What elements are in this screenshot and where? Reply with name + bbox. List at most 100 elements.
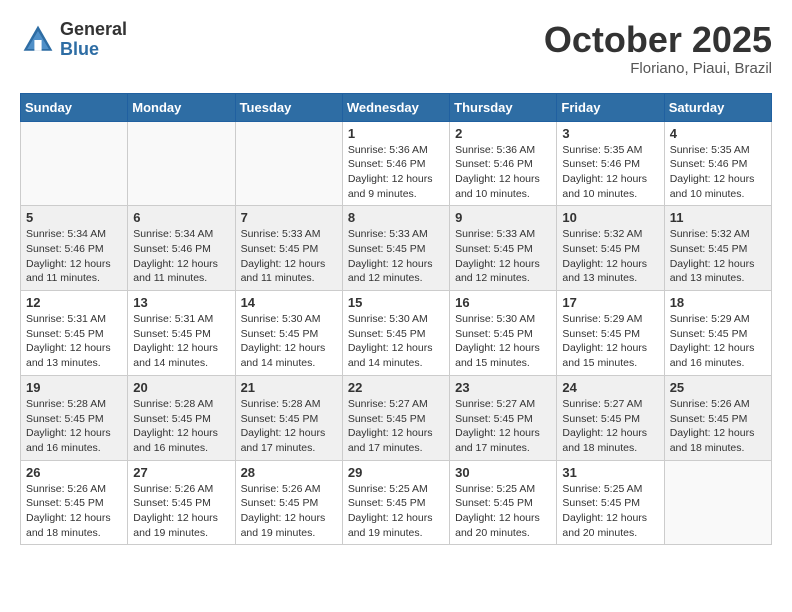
calendar-cell: 5 Sunrise: 5:34 AM Sunset: 5:46 PM Daylig… (21, 206, 128, 291)
calendar-cell: 12 Sunrise: 5:31 AM Sunset: 5:45 PM Dayli… (21, 291, 128, 376)
day-info: Sunrise: 5:26 AM Sunset: 5:45 PM Dayligh… (670, 397, 766, 456)
day-number: 29 (348, 465, 444, 480)
logo-general: General (60, 20, 127, 40)
day-number: 19 (26, 380, 122, 395)
day-number: 4 (670, 126, 766, 141)
month-title: October 2025 (544, 20, 772, 60)
day-number: 30 (455, 465, 551, 480)
calendar-cell: 14 Sunrise: 5:30 AM Sunset: 5:45 PM Dayli… (235, 291, 342, 376)
day-number: 11 (670, 210, 766, 225)
day-number: 5 (26, 210, 122, 225)
day-number: 16 (455, 295, 551, 310)
day-number: 18 (670, 295, 766, 310)
calendar-cell (235, 121, 342, 206)
calendar-cell: 3Sunrise: 5:35 AM Sunset: 5:46 PM Daylig… (557, 121, 664, 206)
day-number: 31 (562, 465, 658, 480)
day-info: Sunrise: 5:30 AM Sunset: 5:45 PM Dayligh… (241, 312, 337, 371)
day-info: Sunrise: 5:32 AM Sunset: 5:45 PM Dayligh… (670, 227, 766, 286)
calendar-cell (21, 121, 128, 206)
day-number: 24 (562, 380, 658, 395)
day-info: Sunrise: 5:31 AM Sunset: 5:45 PM Dayligh… (26, 312, 122, 371)
day-info: Sunrise: 5:32 AM Sunset: 5:45 PM Dayligh… (562, 227, 658, 286)
logo: General Blue (20, 20, 127, 60)
day-info: Sunrise: 5:26 AM Sunset: 5:45 PM Dayligh… (133, 482, 229, 541)
calendar-cell: 21 Sunrise: 5:28 AM Sunset: 5:45 PM Dayli… (235, 375, 342, 460)
weekday-header: Saturday (664, 93, 771, 121)
weekday-header: Friday (557, 93, 664, 121)
day-info: Sunrise: 5:36 AM Sunset: 5:46 PM Dayligh… (455, 143, 551, 202)
calendar-cell: 26Sunrise: 5:26 AM Sunset: 5:45 PM Dayli… (21, 460, 128, 545)
day-number: 12 (26, 295, 122, 310)
calendar-cell: 19 Sunrise: 5:28 AM Sunset: 5:45 PM Dayli… (21, 375, 128, 460)
calendar-cell (128, 121, 235, 206)
logo-icon (20, 22, 56, 58)
calendar-cell: 7Sunrise: 5:33 AM Sunset: 5:45 PM Daylig… (235, 206, 342, 291)
calendar-cell: 9 Sunrise: 5:33 AM Sunset: 5:45 PM Daylig… (450, 206, 557, 291)
page-header: General Blue October 2025 Floriano, Piau… (20, 20, 772, 77)
day-info: Sunrise: 5:28 AM Sunset: 5:45 PM Dayligh… (26, 397, 122, 456)
day-info: Sunrise: 5:28 AM Sunset: 5:45 PM Dayligh… (241, 397, 337, 456)
calendar-table: SundayMondayTuesdayWednesdayThursdayFrid… (20, 93, 772, 546)
day-number: 9 (455, 210, 551, 225)
day-number: 14 (241, 295, 337, 310)
day-number: 25 (670, 380, 766, 395)
calendar-cell: 18 Sunrise: 5:29 AM Sunset: 5:45 PM Dayli… (664, 291, 771, 376)
day-info: Sunrise: 5:33 AM Sunset: 5:45 PM Dayligh… (455, 227, 551, 286)
location: Floriano, Piaui, Brazil (544, 60, 772, 77)
weekday-header: Tuesday (235, 93, 342, 121)
day-number: 21 (241, 380, 337, 395)
day-info: Sunrise: 5:27 AM Sunset: 5:45 PM Dayligh… (455, 397, 551, 456)
day-info: Sunrise: 5:34 AM Sunset: 5:46 PM Dayligh… (133, 227, 229, 286)
day-info: Sunrise: 5:25 AM Sunset: 5:45 PM Dayligh… (348, 482, 444, 541)
day-info: Sunrise: 5:26 AM Sunset: 5:45 PM Dayligh… (241, 482, 337, 541)
day-info: Sunrise: 5:30 AM Sunset: 5:45 PM Dayligh… (455, 312, 551, 371)
day-number: 26 (26, 465, 122, 480)
day-info: Sunrise: 5:31 AM Sunset: 5:45 PM Dayligh… (133, 312, 229, 371)
day-number: 17 (562, 295, 658, 310)
calendar-cell: 20 Sunrise: 5:28 AM Sunset: 5:45 PM Dayli… (128, 375, 235, 460)
day-info: Sunrise: 5:30 AM Sunset: 5:45 PM Dayligh… (348, 312, 444, 371)
day-number: 8 (348, 210, 444, 225)
calendar-cell: 30Sunrise: 5:25 AM Sunset: 5:45 PM Dayli… (450, 460, 557, 545)
calendar-cell: 1Sunrise: 5:36 AM Sunset: 5:46 PM Daylig… (342, 121, 449, 206)
calendar-cell: 15 Sunrise: 5:30 AM Sunset: 5:45 PM Dayli… (342, 291, 449, 376)
calendar-week-row: 5 Sunrise: 5:34 AM Sunset: 5:46 PM Daylig… (21, 206, 772, 291)
calendar-week-row: 19 Sunrise: 5:28 AM Sunset: 5:45 PM Dayli… (21, 375, 772, 460)
calendar-cell (664, 460, 771, 545)
calendar-cell: 8Sunrise: 5:33 AM Sunset: 5:45 PM Daylig… (342, 206, 449, 291)
day-info: Sunrise: 5:27 AM Sunset: 5:45 PM Dayligh… (562, 397, 658, 456)
day-info: Sunrise: 5:28 AM Sunset: 5:45 PM Dayligh… (133, 397, 229, 456)
day-number: 20 (133, 380, 229, 395)
day-info: Sunrise: 5:33 AM Sunset: 5:45 PM Dayligh… (241, 227, 337, 286)
day-number: 27 (133, 465, 229, 480)
calendar-cell: 6 Sunrise: 5:34 AM Sunset: 5:46 PM Daylig… (128, 206, 235, 291)
day-number: 2 (455, 126, 551, 141)
day-info: Sunrise: 5:34 AM Sunset: 5:46 PM Dayligh… (26, 227, 122, 286)
calendar-cell: 31Sunrise: 5:25 AM Sunset: 5:45 PM Dayli… (557, 460, 664, 545)
day-info: Sunrise: 5:27 AM Sunset: 5:45 PM Dayligh… (348, 397, 444, 456)
weekday-header: Wednesday (342, 93, 449, 121)
calendar-cell: 28Sunrise: 5:26 AM Sunset: 5:45 PM Dayli… (235, 460, 342, 545)
day-info: Sunrise: 5:29 AM Sunset: 5:45 PM Dayligh… (562, 312, 658, 371)
calendar-cell: 11 Sunrise: 5:32 AM Sunset: 5:45 PM Dayli… (664, 206, 771, 291)
calendar-cell: 2 Sunrise: 5:36 AM Sunset: 5:46 PM Daylig… (450, 121, 557, 206)
day-number: 6 (133, 210, 229, 225)
logo-text: General Blue (60, 20, 127, 60)
calendar-cell: 4 Sunrise: 5:35 AM Sunset: 5:46 PM Daylig… (664, 121, 771, 206)
calendar-cell: 23Sunrise: 5:27 AM Sunset: 5:45 PM Dayli… (450, 375, 557, 460)
day-info: Sunrise: 5:35 AM Sunset: 5:46 PM Dayligh… (670, 143, 766, 202)
calendar-week-row: 26 Sunrise: 5:26 AM Sunset: 5:45 PM Dayli… (21, 460, 772, 545)
calendar-week-row: 12 Sunrise: 5:31 AM Sunset: 5:45 PM Dayli… (21, 291, 772, 376)
day-number: 15 (348, 295, 444, 310)
calendar-week-row: 1Sunrise: 5:36 AM Sunset: 5:46 PM Daylig… (21, 121, 772, 206)
day-number: 13 (133, 295, 229, 310)
day-info: Sunrise: 5:29 AM Sunset: 5:45 PM Dayligh… (670, 312, 766, 371)
calendar-cell: 17 Sunrise: 5:29 AM Sunset: 5:45 PM Dayli… (557, 291, 664, 376)
calendar-cell: 13 Sunrise: 5:31 AM Sunset: 5:45 PM Dayli… (128, 291, 235, 376)
weekday-header: Monday (128, 93, 235, 121)
calendar-cell: 25 Sunrise: 5:26 AM Sunset: 5:45 PM Dayli… (664, 375, 771, 460)
day-number: 22 (348, 380, 444, 395)
weekday-header: Thursday (450, 93, 557, 121)
calendar-cell: 22 Sunrise: 5:27 AM Sunset: 5:45 PM Dayli… (342, 375, 449, 460)
weekday-header: Sunday (21, 93, 128, 121)
